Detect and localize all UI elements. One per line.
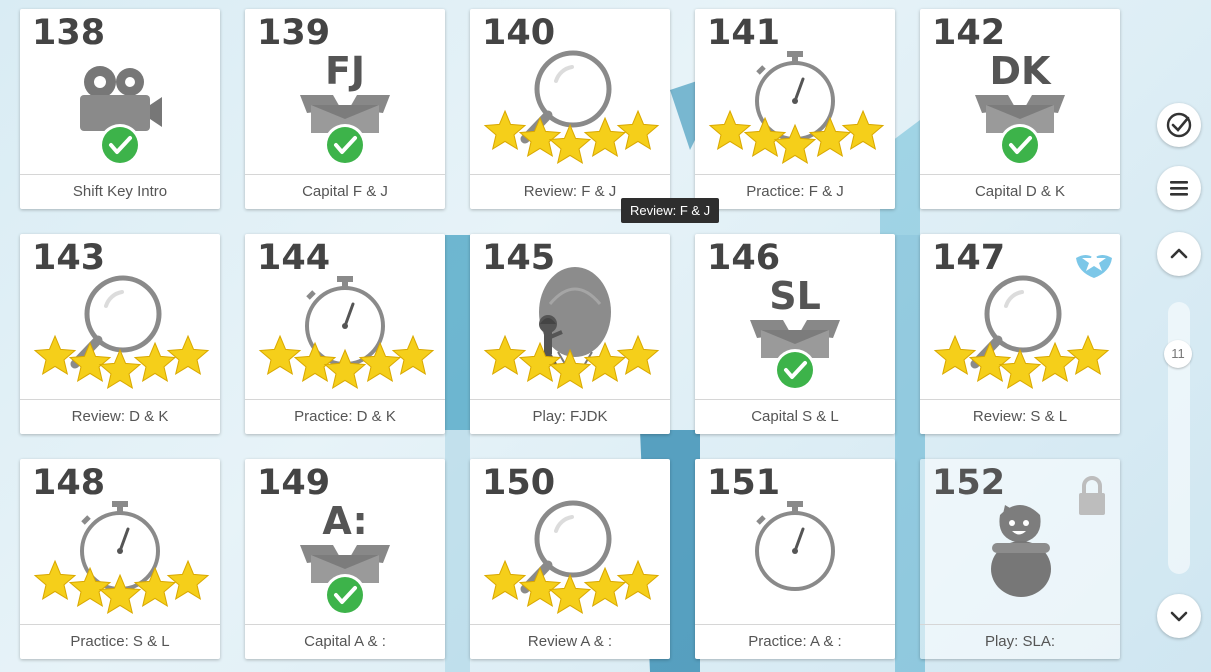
lesson-number: 146 [707, 238, 781, 278]
lesson-label: Play: SLA: [920, 624, 1120, 659]
lesson-letters: SL [769, 274, 821, 318]
complete-check-icon [99, 124, 141, 166]
star-wings-badge-icon [1076, 250, 1112, 278]
lesson-card[interactable]: 148 Practice: S & L [20, 459, 220, 659]
lesson-letters: FJ [324, 49, 366, 93]
lesson-label: Practice: D & K [245, 399, 445, 434]
tooltip: Review: F & J [621, 198, 720, 223]
scroll-down-button[interactable] [1157, 594, 1201, 638]
lesson-number: 145 [482, 238, 556, 278]
lesson-number: 143 [32, 238, 106, 278]
lesson-number: 151 [707, 463, 781, 503]
lesson-card[interactable]: 149 A: Capital A & : [245, 459, 445, 659]
lesson-label: Shift Key Intro [20, 174, 220, 209]
menu-button[interactable] [1157, 166, 1201, 210]
lesson-number: 144 [257, 238, 331, 278]
complete-check-icon [324, 574, 366, 616]
lesson-card[interactable]: 145 Play: FJDK [470, 234, 670, 434]
progress-button[interactable] [1157, 103, 1201, 147]
lesson-label: Capital D & K [920, 174, 1120, 209]
lesson-card[interactable]: 139 FJ Capital F & J [245, 9, 445, 209]
lesson-card[interactable]: 151 Practice: A & : [695, 459, 895, 659]
scroll-up-button[interactable] [1157, 232, 1201, 276]
lesson-card[interactable]: 147 Review: S & L [920, 234, 1120, 434]
scroll-thumb[interactable]: 11 [1164, 340, 1192, 368]
chevron-down-icon [1170, 611, 1188, 622]
lesson-label: Review A & : [470, 624, 670, 659]
hamburger-menu-icon [1170, 181, 1188, 196]
lesson-number: 142 [932, 13, 1006, 53]
lesson-card[interactable]: 146 SL Capital S & L [695, 234, 895, 434]
lesson-number: 148 [32, 463, 106, 503]
lesson-card[interactable]: 138 Shift Key Intro [20, 9, 220, 209]
lesson-number: 149 [257, 463, 331, 503]
lesson-card[interactable]: 142 DK Capital D & K [920, 9, 1120, 209]
lesson-label: Capital F & J [245, 174, 445, 209]
lesson-letters: DK [989, 49, 1051, 93]
lesson-grid: 138 Shift Key Intro 139 FJ Capital F & J 14… [20, 9, 1120, 669]
lesson-label: Review: S & L [920, 399, 1120, 434]
lock-icon [1079, 476, 1105, 515]
lesson-label: Practice: F & J [695, 174, 895, 209]
lesson-number: 140 [482, 13, 556, 53]
creature-in-pot-icon [991, 505, 1051, 597]
lesson-label: Practice: A & : [695, 624, 895, 659]
lesson-label: Practice: S & L [20, 624, 220, 659]
lesson-label: Capital S & L [695, 399, 895, 434]
stopwatch-icon [755, 501, 835, 591]
lesson-card[interactable]: 144 Practice: D & K [245, 234, 445, 434]
chevron-up-icon [1170, 248, 1188, 259]
check-circle-icon [1166, 112, 1192, 138]
lesson-number: 152 [932, 463, 1006, 503]
complete-check-icon [774, 349, 816, 391]
lesson-number: 147 [932, 238, 1006, 278]
lesson-number: 138 [32, 13, 106, 53]
lesson-number: 150 [482, 463, 556, 503]
lesson-number: 139 [257, 13, 331, 53]
complete-check-icon [324, 124, 366, 166]
video-camera-icon [80, 66, 162, 131]
lesson-card[interactable]: 143 Review: D & K [20, 234, 220, 434]
lesson-label: Play: FJDK [470, 399, 670, 434]
lesson-label: Review: D & K [20, 399, 220, 434]
lesson-card[interactable]: 150 Review A & : [470, 459, 670, 659]
lesson-card[interactable]: 140 Review: F & J [470, 9, 670, 209]
lesson-label: Capital A & : [245, 624, 445, 659]
lesson-number: 141 [707, 13, 781, 53]
lesson-card[interactable]: 141 Practice: F & J [695, 9, 895, 209]
complete-check-icon [999, 124, 1041, 166]
lesson-letters: A: [322, 499, 368, 543]
lesson-card[interactable]: 152 Play: SLA: [920, 459, 1120, 659]
